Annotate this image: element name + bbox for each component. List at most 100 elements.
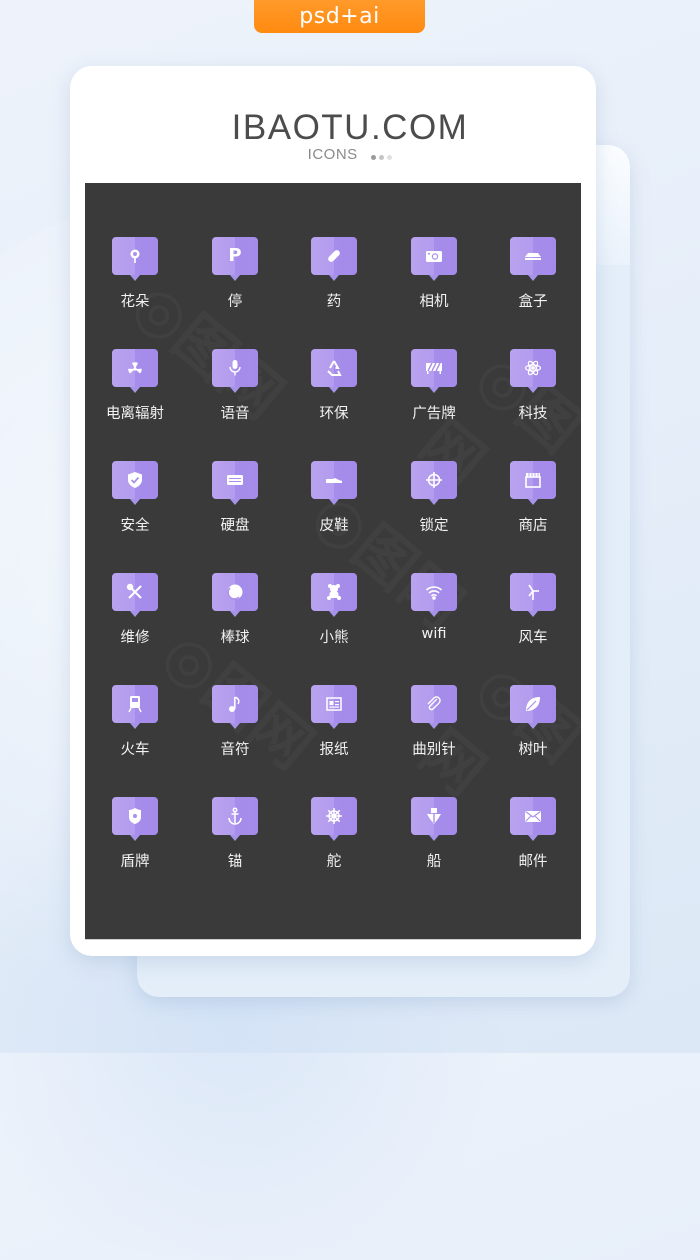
camera-icon xyxy=(411,237,457,275)
icon-tile[interactable] xyxy=(311,461,357,505)
icon-item[interactable]: 棒球 xyxy=(185,573,285,673)
icon-label: 硬盘 xyxy=(220,518,250,534)
icon-tile[interactable] xyxy=(212,797,258,841)
icon-label: 广告牌 xyxy=(412,406,456,422)
icon-item[interactable]: 火车 xyxy=(85,685,185,785)
icon-tile[interactable] xyxy=(311,685,357,729)
icon-tile[interactable] xyxy=(411,797,457,841)
icon-tile[interactable] xyxy=(510,685,556,729)
icon-tile[interactable] xyxy=(510,349,556,393)
icon-label: 音符 xyxy=(220,742,250,758)
icon-tile[interactable] xyxy=(311,797,357,841)
icon-tile[interactable] xyxy=(112,685,158,729)
billboard-icon xyxy=(411,349,457,387)
icon-item[interactable]: 语音 xyxy=(185,349,285,449)
dot xyxy=(371,154,377,160)
icon-item[interactable]: 曲别针 xyxy=(384,685,484,785)
icon-label: 棒球 xyxy=(220,630,250,646)
icon-label: 皮鞋 xyxy=(319,518,349,534)
icon-tile[interactable] xyxy=(212,573,258,617)
icon-tile[interactable] xyxy=(411,461,457,505)
subtitle: ICONS xyxy=(0,146,700,164)
music-note-icon xyxy=(212,685,258,723)
subtitle-text: ICONS xyxy=(307,146,358,163)
icon-item[interactable]: 广告牌 xyxy=(384,349,484,449)
dot xyxy=(379,154,385,160)
icon-item[interactable]: 维修 xyxy=(85,573,185,673)
icon-tile[interactable] xyxy=(510,461,556,505)
icon-tile[interactable] xyxy=(311,573,357,617)
icon-tile[interactable] xyxy=(112,461,158,505)
icon-item[interactable]: 硬盘 xyxy=(185,461,285,561)
icon-item[interactable]: 树叶 xyxy=(483,685,583,785)
icon-item[interactable]: 安全 xyxy=(85,461,185,561)
wifi-icon xyxy=(411,573,457,611)
icon-item[interactable]: 盒子 xyxy=(483,237,583,337)
icon-item[interactable]: 报纸 xyxy=(284,685,384,785)
icon-item[interactable]: 药 xyxy=(284,237,384,337)
radiation-icon xyxy=(112,349,158,387)
hard-drive-icon xyxy=(212,461,258,499)
icon-item[interactable]: P停 xyxy=(185,237,285,337)
icon-tile[interactable] xyxy=(411,349,457,393)
icon-item[interactable]: 电离辐射 xyxy=(85,349,185,449)
icon-item[interactable]: wifi xyxy=(384,573,484,673)
icon-tile[interactable] xyxy=(311,349,357,393)
icon-item[interactable]: 风车 xyxy=(483,573,583,673)
icon-tile[interactable] xyxy=(212,349,258,393)
icon-item[interactable]: 锚 xyxy=(185,797,285,897)
icon-tile[interactable] xyxy=(112,237,158,281)
newspaper-icon xyxy=(311,685,357,723)
icon-item[interactable]: 科技 xyxy=(483,349,583,449)
icon-label: 树叶 xyxy=(518,742,548,758)
icon-tile[interactable] xyxy=(311,237,357,281)
icon-label: 电离辐射 xyxy=(106,406,164,422)
icon-item[interactable]: 盾牌 xyxy=(85,797,185,897)
icon-item[interactable]: 相机 xyxy=(384,237,484,337)
icon-tile[interactable] xyxy=(411,685,457,729)
icon-tile[interactable] xyxy=(510,237,556,281)
brand-title: IBAOTU.COM xyxy=(231,108,469,147)
icon-tile[interactable] xyxy=(112,797,158,841)
icon-tile[interactable] xyxy=(212,461,258,505)
windmill-icon xyxy=(510,573,556,611)
icon-item[interactable]: 音符 xyxy=(185,685,285,785)
leaf-icon xyxy=(510,685,556,723)
icon-item[interactable]: 皮鞋 xyxy=(284,461,384,561)
icon-item[interactable]: 环保 xyxy=(284,349,384,449)
icon-tile[interactable] xyxy=(411,237,457,281)
microphone-icon xyxy=(212,349,258,387)
icon-label: 药 xyxy=(326,294,342,310)
icon-label: 盾牌 xyxy=(120,854,150,870)
icon-item[interactable]: 船 xyxy=(384,797,484,897)
icon-tile[interactable] xyxy=(112,573,158,617)
paperclip-icon xyxy=(411,685,457,723)
icon-tile[interactable] xyxy=(112,349,158,393)
ship-icon xyxy=(411,797,457,835)
icon-tile[interactable] xyxy=(212,685,258,729)
icon-label: 盒子 xyxy=(518,294,548,310)
icon-label: 维修 xyxy=(120,630,150,646)
icon-item[interactable]: 邮件 xyxy=(483,797,583,897)
parking-icon: P xyxy=(228,245,242,266)
icon-item[interactable]: 花朵 xyxy=(85,237,185,337)
box-icon xyxy=(510,237,556,275)
icon-label: 锚 xyxy=(227,854,243,870)
icon-label: wifi xyxy=(421,626,447,642)
icon-label: 相机 xyxy=(419,294,449,310)
store-icon xyxy=(510,461,556,499)
icon-label: 科技 xyxy=(518,406,548,422)
atom-icon xyxy=(510,349,556,387)
icon-item[interactable]: 锁定 xyxy=(384,461,484,561)
shield-check-icon xyxy=(112,461,158,499)
icon-item[interactable]: 小熊 xyxy=(284,573,384,673)
anchor-icon xyxy=(212,797,258,835)
icon-label: 曲别针 xyxy=(412,742,456,758)
icon-tile[interactable] xyxy=(411,573,457,617)
icon-label: 舵 xyxy=(326,854,342,870)
icon-item[interactable]: 商店 xyxy=(483,461,583,561)
icon-tile[interactable] xyxy=(510,797,556,841)
icon-tile[interactable]: P xyxy=(212,237,258,281)
icon-tile[interactable] xyxy=(510,573,556,617)
icon-item[interactable]: 舵 xyxy=(284,797,384,897)
